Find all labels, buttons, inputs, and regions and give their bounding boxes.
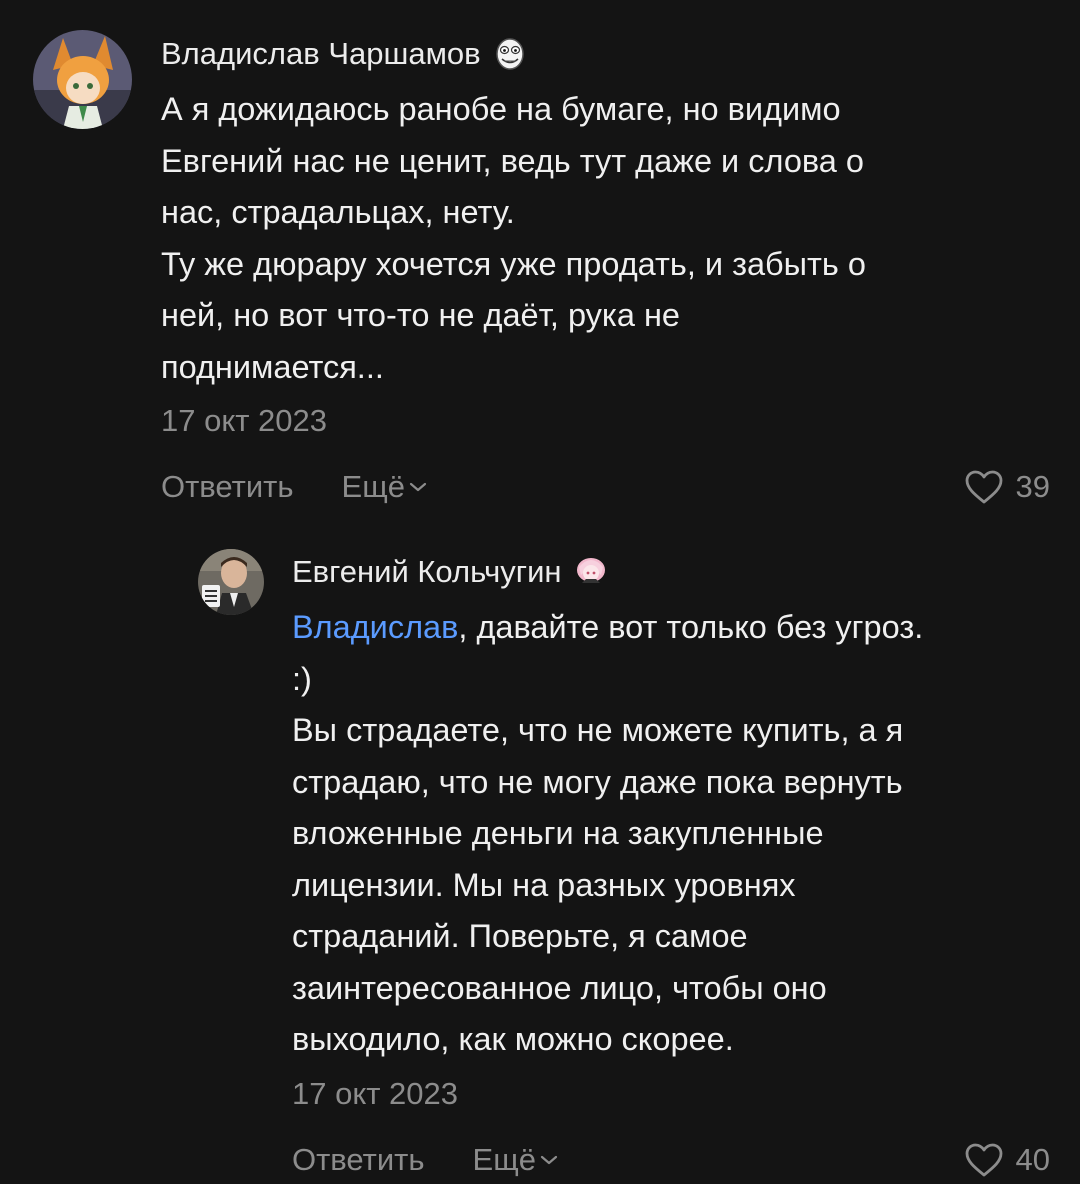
author-name[interactable]: Владислав Чаршамов — [161, 34, 481, 74]
chevron-down-icon — [540, 1155, 558, 1164]
man-with-mug-avatar-icon — [198, 549, 264, 615]
pink-anime-sticker-icon — [576, 558, 605, 583]
like-button[interactable]: 39 — [964, 467, 1050, 507]
reply-button[interactable]: Ответить — [292, 1142, 425, 1178]
rage-face-sticker-icon — [495, 38, 524, 70]
comment-actions: Ответить Ещё 40 — [292, 1140, 1050, 1180]
author-name[interactable]: Евгений Кольчугин — [292, 552, 562, 592]
more-button[interactable]: Ещё — [473, 1142, 558, 1178]
avatar[interactable] — [198, 549, 264, 615]
mention-link[interactable]: Владислав — [292, 609, 458, 645]
heart-icon — [965, 470, 1002, 504]
comment-date: 17 окт 2023 — [161, 403, 328, 438]
more-label: Ещё — [472, 1141, 536, 1177]
comment-text: А я дожидаюсь ранобе на бумаге, но видим… — [161, 91, 866, 385]
more-label: Ещё — [341, 469, 405, 504]
reply-button[interactable]: Ответить — [161, 469, 294, 505]
like-button[interactable]: 40 — [964, 1140, 1050, 1180]
heart-icon — [965, 1143, 1002, 1176]
comment-date: 17 окт 2023 — [292, 1075, 459, 1111]
comment-body: Евгений Кольчугин Владислав, давайте вот… — [292, 552, 1050, 1180]
like-count: 39 — [1015, 469, 1050, 504]
comment-body: Владислав Чаршамов А я дожидаюсь ранобе … — [161, 34, 1050, 507]
comment-text: Владислав, давайте вот только без угроз.… — [292, 609, 924, 1057]
comment-actions: Ответить Ещё 39 — [161, 467, 1050, 507]
anime-character-avatar-icon — [33, 30, 132, 129]
more-button[interactable]: Ещё — [342, 469, 427, 505]
avatar[interactable] — [33, 30, 132, 129]
like-count: 40 — [1015, 1141, 1050, 1177]
chevron-down-icon — [409, 482, 427, 492]
